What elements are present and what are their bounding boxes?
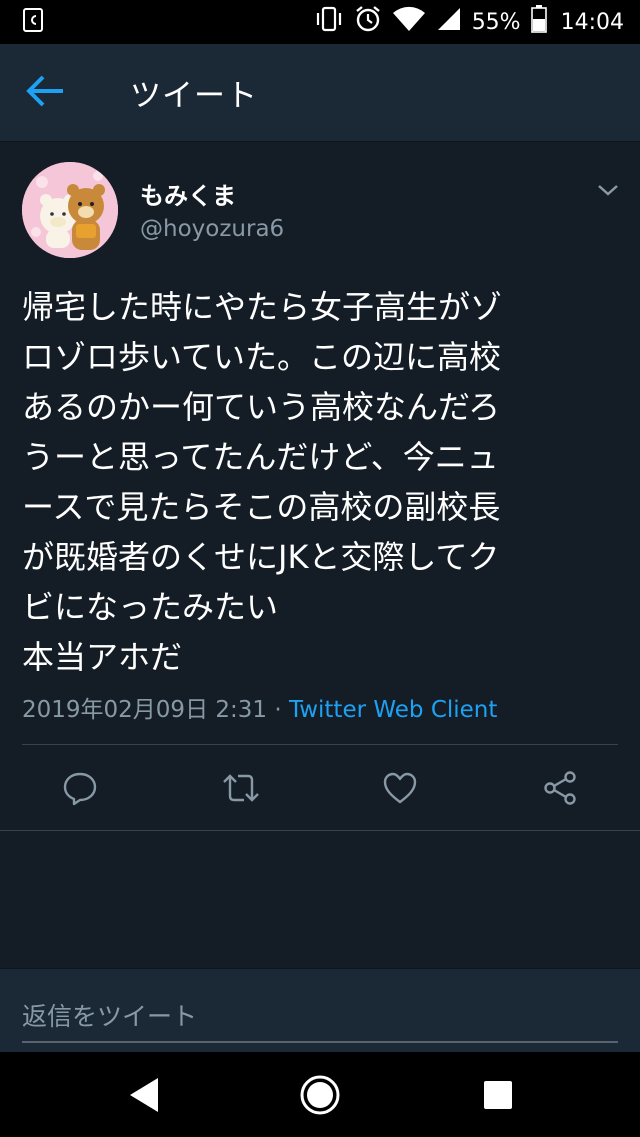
wifi-icon — [392, 6, 426, 38]
avatar[interactable] — [22, 162, 118, 258]
nav-recents-icon[interactable] — [477, 1074, 519, 1116]
divider — [22, 744, 618, 745]
page-title: ツイート — [130, 78, 258, 114]
tweet-text-line: うーと思ってたんだけど、今ニュ — [22, 438, 499, 476]
tweet-text-line: あるのかー何ていう高校なんだろ — [22, 388, 501, 426]
retweet-icon[interactable] — [222, 770, 259, 806]
divider — [0, 830, 640, 831]
tweet-actions — [0, 746, 640, 830]
tweet-text-line: ロゾロ歩いていた。この辺に高校 — [22, 338, 502, 376]
reply-icon[interactable] — [62, 770, 98, 806]
tweet-text-line: 帰宅した時にやたら女子高生がゾ — [22, 288, 503, 326]
nav-back-icon[interactable] — [124, 1074, 166, 1116]
client-link[interactable]: Twitter Web Client — [289, 697, 497, 723]
tweet-meta: 2019年02月09日 2:31 · Twitter Web Client — [22, 690, 497, 724]
chevron-down-icon[interactable] — [596, 178, 620, 202]
signal-icon — [436, 6, 462, 38]
user-handle[interactable]: @hoyozura6 — [140, 216, 284, 242]
tweet-text-line: ビになったみたい — [22, 588, 279, 626]
clock: 14:04 — [560, 9, 624, 35]
battery-icon — [530, 5, 547, 39]
like-icon[interactable] — [382, 770, 418, 806]
tweet-text-line: 本当アホだ — [22, 638, 183, 676]
app-notification-icon — [22, 7, 44, 37]
tweet-text: 帰宅した時にやたら女子高生がゾ ロゾロ歩いていた。この辺に高校 あるのかー何ていう高… — [22, 282, 622, 682]
app-header: ツイート — [0, 44, 640, 142]
battery-percent: 55% — [471, 9, 521, 35]
nav-home-icon[interactable] — [299, 1074, 341, 1116]
reply-bar — [0, 968, 640, 1052]
alarm-icon — [354, 5, 382, 39]
tweet-detail: もみくま @hoyozura6 — [0, 142, 640, 260]
system-nav-bar — [0, 1052, 640, 1137]
meta-separator: · — [267, 697, 289, 723]
reply-input[interactable] — [22, 991, 618, 1043]
back-arrow-icon — [25, 74, 65, 112]
author-row: もみくま @hoyozura6 — [0, 142, 640, 260]
status-bar: 55% 14:04 — [0, 0, 640, 44]
timestamp[interactable]: 2019年02月09日 2:31 — [22, 697, 267, 723]
display-name[interactable]: もみくま — [140, 176, 236, 211]
vibrate-icon — [314, 6, 344, 38]
tweet-text-line: が既婚者のくせにJKと交際してク — [22, 538, 500, 576]
back-button[interactable] — [0, 44, 90, 142]
share-icon[interactable] — [542, 770, 578, 806]
tweet-text-line: ースで見たらそこの高校の副校長 — [22, 488, 501, 526]
